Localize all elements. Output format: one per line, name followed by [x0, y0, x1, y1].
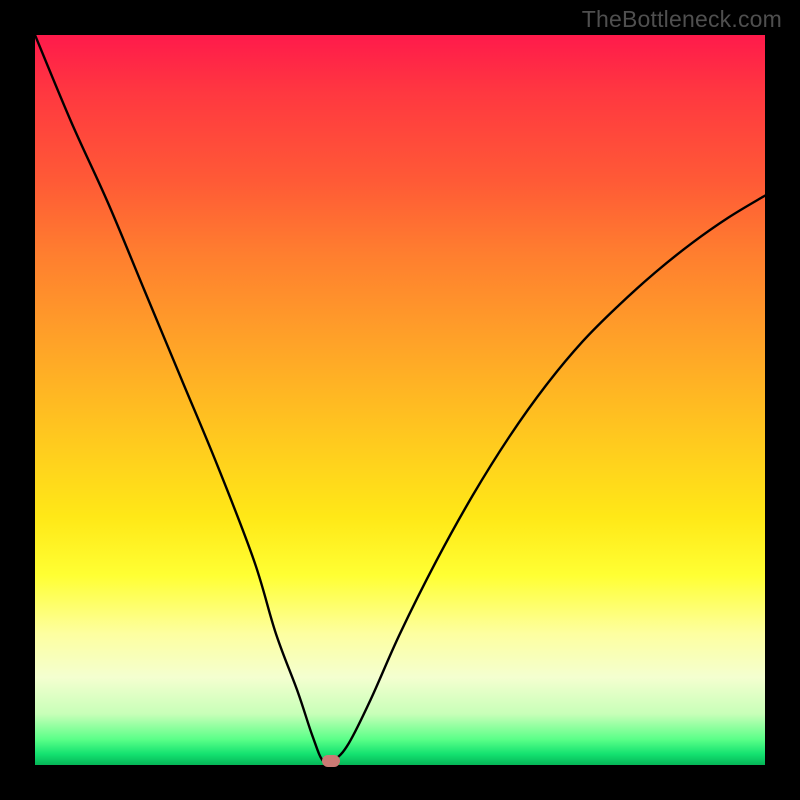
bottleneck-curve — [35, 35, 765, 764]
watermark-text: TheBottleneck.com — [582, 6, 782, 33]
curve-svg — [35, 35, 765, 765]
optimum-marker — [322, 755, 340, 767]
chart-container: TheBottleneck.com — [0, 0, 800, 800]
